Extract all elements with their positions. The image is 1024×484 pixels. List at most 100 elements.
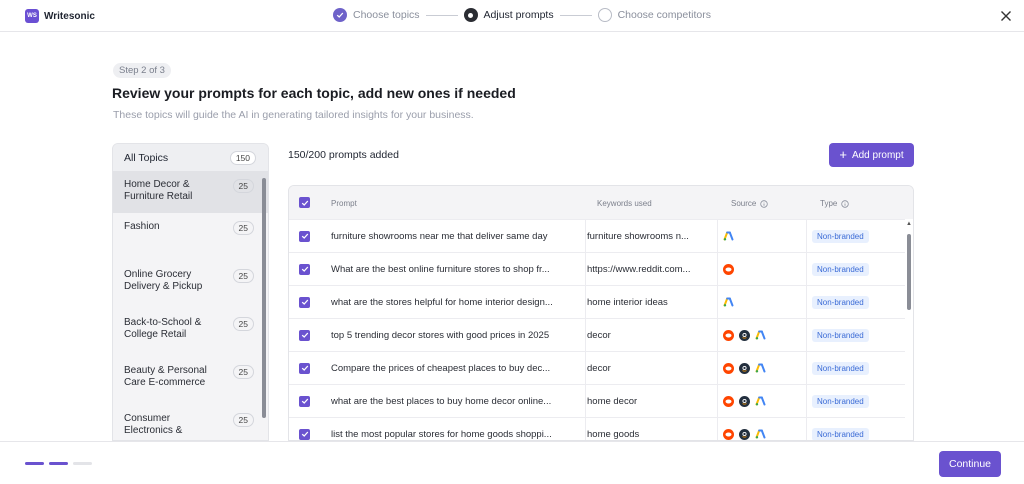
prompt-label: list the most popular stores for home go… [331,428,552,440]
all-topics-header[interactable]: All Topics 150 [113,144,268,171]
type-cell: Non-branded [812,352,892,384]
keyword-text: home goods [587,418,717,440]
topic-count: 25 [232,317,254,331]
keyword-label: https://www.reddit.com... [587,263,691,275]
add-prompt-button[interactable]: + Add prompt [829,143,914,167]
keyword-label: home interior ideas [587,296,668,308]
prompt-text[interactable]: list the most popular stores for home go… [331,418,581,440]
table-row[interactable]: Compare the prices of cheapest places to… [289,351,905,384]
table-row[interactable]: top 5 trending decor stores with good pr… [289,318,905,351]
google-ads-icon [755,396,766,407]
table-header: Prompt Keywords used Source Type [289,186,913,219]
column-divider [806,253,807,285]
topics-scrollbar[interactable] [262,178,266,418]
keyword-text: https://www.reddit.com... [587,253,717,285]
topic-name: Consumer Electronics & [124,413,183,436]
column-divider [717,385,718,417]
source-icons [723,220,803,252]
table-scrollbar[interactable] [907,234,911,310]
keyword-label: home decor [587,395,638,407]
reddit-icon [723,428,734,440]
source-icons [723,418,803,440]
footer: Continue [0,441,1024,484]
select-all-checkbox[interactable] [299,197,310,208]
topic-name: Beauty & Personal Care E-commerce [124,365,207,388]
table-row[interactable]: list the most popular stores for home go… [289,417,905,440]
step-label: Choose topics [353,9,420,21]
column-header-prompt: Prompt [331,199,357,208]
topic-item-consumer-electronics[interactable]: Consumer Electronics & 25 [113,405,268,440]
stepper: Choose topics Adjust prompts Choose comp… [333,8,711,22]
table-row[interactable]: what are the best places to buy home dec… [289,384,905,417]
checkbox-checked-icon [299,263,310,275]
logo: WS Writesonic [25,9,95,23]
topic-item-back-to-school[interactable]: Back-to-School & College Retail 25 [113,309,268,357]
source-icons [723,286,803,318]
prompt-text[interactable]: What are the best online furniture store… [331,253,581,285]
row-checkbox[interactable] [299,319,313,351]
type-cell: Non-branded [812,385,892,417]
google-ads-icon [723,297,734,308]
column-divider [806,385,807,417]
type-badge: Non-branded [812,361,869,375]
prompt-text[interactable]: furniture showrooms near me that deliver… [331,220,581,252]
google-ads-icon [755,330,766,341]
info-icon[interactable] [841,199,850,208]
prompt-text[interactable]: what are the best places to buy home dec… [331,385,581,417]
row-checkbox[interactable] [299,418,313,440]
prompt-text[interactable]: top 5 trending decor stores with good pr… [331,319,581,351]
topic-item-online-grocery[interactable]: Online Grocery Delivery & Pickup 25 [113,261,268,309]
column-divider [717,253,718,285]
prompt-text[interactable]: what are the stores helpful for home int… [331,286,581,318]
step-choose-competitors[interactable]: Choose competitors [597,8,711,22]
checkbox-checked-icon [299,362,310,374]
column-divider [585,352,586,384]
topic-item-fashion[interactable]: Fashion 25 [113,213,268,261]
prompt-label: what are the best places to buy home dec… [331,395,552,407]
amazon-icon [739,362,750,374]
topic-count: 25 [232,179,254,193]
prompt-label: what are the stores helpful for home int… [331,296,553,308]
column-divider [717,220,718,252]
scroll-up-arrow-icon[interactable]: ▲ [906,221,912,227]
row-checkbox[interactable] [299,286,313,318]
table-row[interactable]: What are the best online furniture store… [289,252,905,285]
topic-count: 25 [232,413,254,427]
type-header-label: Type [820,199,838,208]
prompt-label: top 5 trending decor stores with good pr… [331,329,550,341]
keyword-label: furniture showrooms n... [587,230,689,242]
top-bar: WS Writesonic Choose topics Adjust promp… [0,0,1024,32]
check-icon [333,8,347,22]
topics-panel: All Topics 150 Home Decor & Furniture Re… [112,143,269,441]
info-icon[interactable] [760,199,769,208]
step-choose-topics[interactable]: Choose topics [333,8,420,22]
row-checkbox[interactable] [299,352,313,384]
table-row[interactable]: what are the stores helpful for home int… [289,285,905,318]
page-subtitle: These topics will guide the AI in genera… [113,109,474,121]
source-icons [723,253,803,285]
topic-name: Online Grocery Delivery & Pickup [124,269,203,292]
google-ads-icon [755,429,766,440]
topic-item-beauty[interactable]: Beauty & Personal Care E-commerce 25 [113,357,268,405]
step-badge: Step 2 of 3 [113,63,171,78]
continue-button[interactable]: Continue [939,451,1001,477]
topic-name: Fashion [124,221,160,232]
column-header-source: Source [731,199,769,208]
topic-count: 25 [232,365,254,379]
topic-item-home-decor[interactable]: Home Decor & Furniture Retail 25 [113,171,268,213]
row-checkbox[interactable] [299,220,313,252]
page-title: Review your prompts for each topic, add … [112,85,516,101]
type-cell: Non-branded [812,319,892,351]
prompt-text[interactable]: Compare the prices of cheapest places to… [331,352,581,384]
add-prompt-label: Add prompt [851,149,904,161]
column-divider [585,418,586,440]
close-icon[interactable] [999,9,1013,23]
table-row[interactable]: furniture showrooms near me that deliver… [289,219,905,252]
column-divider [806,220,807,252]
row-checkbox[interactable] [299,253,313,285]
reddit-icon [723,329,734,341]
row-checkbox[interactable] [299,385,313,417]
step-adjust-prompts[interactable]: Adjust prompts [463,8,554,22]
step-connector [425,14,458,16]
column-divider [585,253,586,285]
